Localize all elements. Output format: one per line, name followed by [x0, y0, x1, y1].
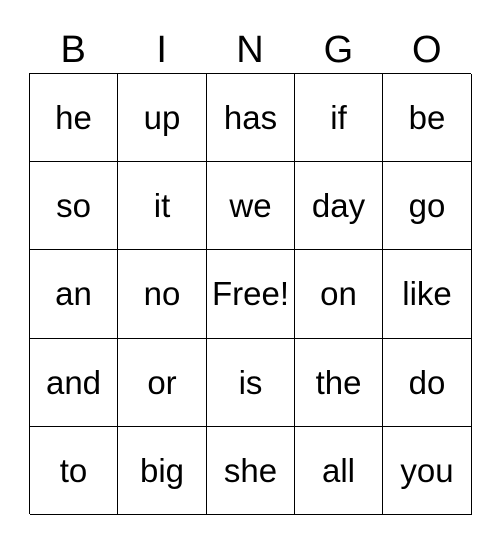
- bingo-cell: no: [118, 250, 207, 339]
- header-letter-b: B: [60, 29, 86, 71]
- header-letter-i: I: [156, 29, 167, 71]
- bingo-cell: day: [295, 162, 383, 250]
- bingo-grid: he up has if be so it we day go an no Free! on like and…: [29, 73, 472, 515]
- header-letter-g: G: [323, 29, 354, 71]
- bingo-cell: so: [30, 162, 118, 250]
- bingo-cell: the: [295, 339, 383, 427]
- bingo-cell: or: [118, 339, 207, 427]
- bingo-cell: we: [207, 162, 295, 250]
- bingo-cell: he: [30, 74, 118, 162]
- bingo-header: B I N G O: [29, 28, 471, 72]
- header-letter-o: O: [412, 29, 442, 71]
- bingo-cell: you: [383, 427, 472, 515]
- header-letter-n: N: [236, 29, 264, 71]
- free-space-cell: Free!: [207, 250, 295, 339]
- bingo-cell: on: [295, 250, 383, 339]
- bingo-cell: like: [383, 250, 472, 339]
- bingo-cell: do: [383, 339, 472, 427]
- bingo-cell: be: [383, 74, 472, 162]
- bingo-cell: big: [118, 427, 207, 515]
- bingo-cell: an: [30, 250, 118, 339]
- bingo-cell: up: [118, 74, 207, 162]
- bingo-cell: has: [207, 74, 295, 162]
- bingo-cell: all: [295, 427, 383, 515]
- bingo-cell: to: [30, 427, 118, 515]
- bingo-cell: it: [118, 162, 207, 250]
- bingo-cell: go: [383, 162, 472, 250]
- bingo-cell: if: [295, 74, 383, 162]
- bingo-cell: she: [207, 427, 295, 515]
- bingo-cell: and: [30, 339, 118, 427]
- bingo-cell: is: [207, 339, 295, 427]
